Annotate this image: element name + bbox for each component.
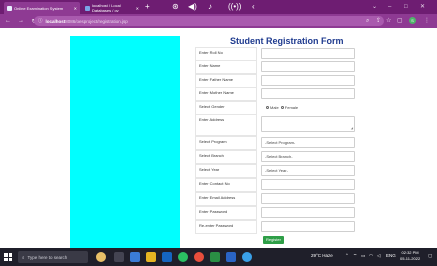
- label-contact-no: Enter Contact No: [195, 178, 257, 192]
- label-father-name: Enter Father Name: [195, 74, 257, 88]
- speaker-icon[interactable]: ◁: [377, 253, 380, 259]
- forward-icon[interactable]: →: [17, 18, 25, 24]
- new-tab-button[interactable]: +: [145, 2, 150, 12]
- store-icon[interactable]: [162, 252, 172, 262]
- excel-icon[interactable]: [210, 252, 220, 262]
- label-program: Select Program: [195, 136, 257, 150]
- female-label: Female: [284, 105, 299, 110]
- volume-icon[interactable]: ◀): [188, 1, 197, 13]
- label-name: Enter Name: [195, 60, 257, 74]
- address-host: localhost: [45, 18, 66, 24]
- weather-widget-icon[interactable]: [96, 252, 106, 262]
- search-icon[interactable]: ⌕: [366, 16, 369, 26]
- label-reenter-password: Re-enter Password: [195, 220, 257, 234]
- branch-select[interactable]: -Select Branch-: [261, 151, 355, 162]
- tab-title: Online Examination System: [14, 5, 64, 11]
- address-path: 8086/oesproject/registration.jsp: [65, 18, 128, 24]
- year-select[interactable]: -Select Year-: [261, 165, 355, 176]
- share-icon[interactable]: ⇪: [376, 16, 381, 26]
- tab-localhost-databases[interactable]: localhost / Local Databases / ov ✕: [82, 2, 142, 14]
- battery-icon[interactable]: ▭: [361, 253, 365, 259]
- mother-name-input[interactable]: [261, 88, 355, 99]
- menu-icon[interactable]: ⋮: [424, 16, 430, 26]
- label-password: Enter Password: [195, 206, 257, 220]
- father-name-input[interactable]: [261, 75, 355, 86]
- reenter-password-input[interactable]: [261, 221, 355, 232]
- weather-status[interactable]: 29°C Haze: [311, 253, 333, 258]
- tab-online-examination[interactable]: Online Examination System ✕: [4, 2, 80, 14]
- label-year: Select Year: [195, 164, 257, 178]
- address-textarea[interactable]: ◢: [261, 116, 355, 132]
- notification-icon[interactable]: ▢: [428, 253, 432, 259]
- microphone-icon[interactable]: ♪: [208, 1, 212, 13]
- chrome-icon[interactable]: ⊛: [172, 1, 179, 13]
- close-tab-icon[interactable]: ✕: [136, 6, 139, 11]
- password-input[interactable]: [261, 207, 355, 218]
- minimize-icon[interactable]: –: [388, 1, 391, 13]
- language-indicator[interactable]: ENG: [386, 253, 396, 258]
- taskbar: ⌕ Type here to search 29°C Haze ⌃ ⌔ ▭ ◠ …: [0, 248, 437, 266]
- bookmark-star-icon[interactable]: ☆: [386, 16, 391, 26]
- whatsapp-icon[interactable]: [178, 252, 188, 262]
- page-favicon-icon: [85, 5, 90, 11]
- chrome-taskbar-icon[interactable]: [194, 252, 204, 262]
- close-window-icon[interactable]: ✕: [420, 1, 425, 13]
- file-explorer-icon[interactable]: [146, 252, 156, 262]
- windows-start-icon[interactable]: [4, 253, 12, 261]
- label-branch: Select Branch: [195, 150, 257, 164]
- tab-title: localhost / Local Databases / ov: [92, 3, 121, 13]
- wifi-icon[interactable]: ◠: [369, 253, 373, 259]
- male-label: Male: [270, 105, 279, 110]
- page-favicon-icon: [7, 5, 12, 11]
- side-panel-icon[interactable]: ▢: [397, 16, 403, 26]
- name-input[interactable]: [261, 61, 355, 72]
- profile-avatar[interactable]: S: [409, 17, 416, 24]
- form-title: Student Registration Form: [230, 36, 344, 46]
- label-email: Enter Email Address: [195, 192, 257, 206]
- clock[interactable]: 02:32 PM 05-11-2022: [400, 250, 420, 262]
- gender-radio-group: Male Female: [261, 102, 355, 113]
- task-view-icon[interactable]: [114, 252, 124, 262]
- page-content: Student Registration Form Enter Roll No …: [0, 28, 437, 248]
- program-select[interactable]: -Select Program-: [261, 137, 355, 148]
- left-panel: [70, 36, 180, 248]
- clock-date: 05-11-2022: [400, 256, 421, 261]
- label-mother-name: Enter Mother Name: [195, 87, 257, 101]
- back-icon[interactable]: ←: [4, 18, 12, 24]
- tray-chevron-icon[interactable]: ⌃: [345, 253, 349, 259]
- email-input[interactable]: [261, 193, 355, 204]
- site-info-icon[interactable]: ⓘ: [38, 18, 43, 24]
- taskbar-search-box[interactable]: ⌕ Type here to search: [18, 251, 88, 263]
- search-icon: ⌕: [22, 254, 25, 260]
- address-bar[interactable]: ⓘ localhost8086/oesproject/registration.…: [34, 16, 384, 26]
- network-icon[interactable]: ⌔: [353, 253, 357, 259]
- back-arrow-icon[interactable]: ‹: [252, 1, 255, 13]
- roll-no-input[interactable]: [261, 48, 355, 59]
- label-address: Enter Address: [195, 114, 257, 136]
- cast-icon[interactable]: ((•)): [228, 1, 241, 13]
- browser-tab-strip: Online Examination System ✕ localhost / …: [0, 0, 437, 14]
- register-button[interactable]: Register: [263, 236, 284, 244]
- edge-icon[interactable]: [130, 252, 140, 262]
- app-icon[interactable]: [242, 252, 252, 262]
- word-icon[interactable]: [226, 252, 236, 262]
- search-placeholder: Type here to search: [27, 254, 68, 260]
- maximize-icon[interactable]: □: [404, 1, 408, 13]
- label-gender: Select Gender: [195, 101, 257, 115]
- female-radio[interactable]: [280, 106, 284, 110]
- label-roll-no: Enter Roll No: [195, 47, 257, 61]
- resize-handle-icon[interactable]: ◢: [351, 126, 353, 130]
- male-radio[interactable]: [266, 106, 269, 110]
- contact-no-input[interactable]: [261, 179, 355, 190]
- close-tab-icon[interactable]: ✕: [74, 6, 77, 11]
- tab-search-icon[interactable]: ⌄: [372, 1, 377, 13]
